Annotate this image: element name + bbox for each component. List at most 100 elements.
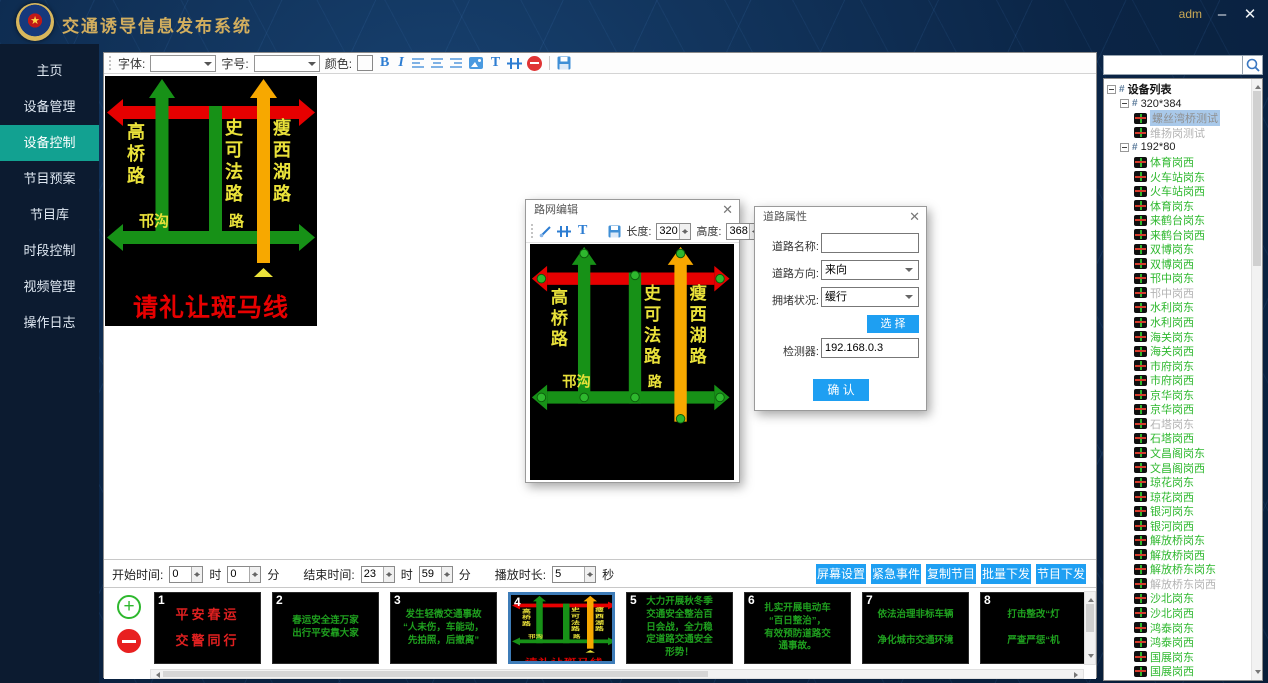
program-thumbnail-8[interactable]: 8打击整改“灯 严查严惩“机 <box>980 592 1084 664</box>
program-thumbnail-4[interactable]: 4高桥路史可法路瘦西湖路邗沟路请礼让斑马线 <box>508 592 615 664</box>
select-detector-button[interactable]: 选 择 <box>867 315 919 333</box>
duration-spinner-arrows[interactable] <box>584 567 595 582</box>
device-item[interactable]: 琼花岗东 <box>1104 475 1251 490</box>
spin-down-icon[interactable] <box>192 574 202 582</box>
scroll-right-icon[interactable] <box>1074 672 1081 678</box>
align-center-icon[interactable] <box>430 57 444 69</box>
device-item[interactable]: 邗中岗东 <box>1104 271 1251 286</box>
action-button-4[interactable]: 节目下发 <box>1036 564 1086 584</box>
device-item[interactable]: 鸿泰岗东 <box>1104 620 1251 635</box>
device-item[interactable]: 螺丝湾桥测试 <box>1104 111 1251 126</box>
tree-root-row[interactable]: #设备列表 <box>1104 82 1251 97</box>
bold-button[interactable]: B <box>378 54 391 72</box>
close-window-button[interactable]: ✕ <box>1240 4 1260 26</box>
program-thumbnail-5[interactable]: 5大力开展秋冬季交通安全整治百日会战，全力稳定道路交通安全形势！ <box>626 592 733 664</box>
collapse-icon[interactable] <box>1120 99 1129 108</box>
search-button[interactable] <box>1243 55 1263 75</box>
device-item[interactable]: 解放桥东岗东 <box>1104 562 1251 577</box>
spin-down-icon[interactable] <box>442 574 452 582</box>
led-preview-canvas[interactable]: 高桥路史可法路瘦西湖路邗沟路请礼让斑马线 <box>105 76 317 326</box>
color-swatch[interactable] <box>357 55 373 71</box>
action-button-0[interactable]: 屏幕设置 <box>816 564 866 584</box>
device-item[interactable]: 京华岗西 <box>1104 402 1251 417</box>
road-tool-icon[interactable] <box>557 225 571 238</box>
tree-scrollbar[interactable] <box>1251 79 1262 680</box>
collapse-icon[interactable] <box>1120 143 1129 152</box>
dialog-titlebar[interactable]: 路网编辑 ✕ <box>526 200 739 220</box>
sidebar-item-6[interactable]: 视频管理 <box>0 269 99 305</box>
end-hour-spinner[interactable]: 23 <box>361 566 395 583</box>
scroll-up-icon[interactable] <box>1255 82 1261 89</box>
confirm-button[interactable]: 确 认 <box>813 379 869 401</box>
device-item[interactable]: 鸿泰岗西 <box>1104 635 1251 650</box>
start-minute-spinner[interactable]: 0 <box>227 566 261 583</box>
text-tool-icon[interactable]: T <box>489 54 502 72</box>
action-button-3[interactable]: 批量下发 <box>981 564 1031 584</box>
device-item[interactable]: 国展岗东 <box>1104 649 1251 664</box>
length-spinner-arrows[interactable] <box>679 224 690 239</box>
device-item[interactable]: 体育岗西 <box>1104 155 1251 170</box>
road-direction-select[interactable]: 来向 <box>821 260 919 280</box>
start-hour-spinner[interactable]: 0 <box>169 566 203 583</box>
device-item[interactable]: 银河岗西 <box>1104 518 1251 533</box>
close-dialog-icon[interactable]: ✕ <box>722 200 733 220</box>
device-item[interactable]: 市府岗东 <box>1104 358 1251 373</box>
device-item[interactable]: 文昌阁岗东 <box>1104 446 1251 461</box>
sidebar-item-1[interactable]: 设备管理 <box>0 89 99 125</box>
strip-horizontal-scrollbar[interactable] <box>150 669 1084 679</box>
sidebar-item-2[interactable]: 设备控制 <box>0 125 99 161</box>
action-button-2[interactable]: 复制节目 <box>926 564 976 584</box>
draw-line-icon[interactable] <box>539 225 552 238</box>
spin-down-icon[interactable] <box>384 574 394 582</box>
length-spinner[interactable]: 320 <box>656 223 691 240</box>
text-tool-icon[interactable]: T <box>576 222 589 240</box>
sidebar-item-5[interactable]: 时段控制 <box>0 233 99 269</box>
scroll-up-icon[interactable] <box>1088 595 1094 602</box>
scrollbar-thumb[interactable] <box>1253 91 1261 266</box>
device-search-input[interactable] <box>1103 55 1243 75</box>
device-item[interactable]: 海关岗西 <box>1104 344 1251 359</box>
device-item[interactable]: 来鹤台岗西 <box>1104 227 1251 242</box>
scrollbar-thumb[interactable] <box>163 671 708 677</box>
device-item[interactable]: 石塔岗西 <box>1104 431 1251 446</box>
duration-spinner[interactable]: 5 <box>552 566 596 583</box>
close-dialog-icon[interactable]: ✕ <box>909 207 920 227</box>
align-left-icon[interactable] <box>411 57 425 69</box>
save-icon[interactable] <box>608 225 621 238</box>
device-item[interactable]: 京华岗东 <box>1104 387 1251 402</box>
align-right-icon[interactable] <box>449 57 463 69</box>
font-size-select[interactable] <box>254 55 320 72</box>
insert-image-icon[interactable] <box>468 56 484 70</box>
font-select[interactable] <box>150 55 216 72</box>
road-name-input[interactable] <box>821 233 919 253</box>
scroll-down-icon[interactable] <box>1088 654 1094 661</box>
device-item[interactable]: 火车站岗西 <box>1104 184 1251 199</box>
device-item[interactable]: 解放桥岗西 <box>1104 548 1251 563</box>
end-hour-spinner-arrows[interactable] <box>383 567 394 582</box>
spin-down-icon[interactable] <box>680 231 690 239</box>
program-thumbnail-1[interactable]: 1平安春运交警同行 <box>154 592 261 664</box>
collapse-icon[interactable] <box>1107 85 1116 94</box>
device-item[interactable]: 文昌阁岗西 <box>1104 460 1251 475</box>
device-item[interactable]: 海关岗东 <box>1104 329 1251 344</box>
program-thumbnail-2[interactable]: 2春运安全连万家出行平安靠大家 <box>272 592 379 664</box>
device-item[interactable]: 水利岗西 <box>1104 315 1251 330</box>
remove-program-button[interactable] <box>117 629 141 653</box>
start-minute-spinner-arrows[interactable] <box>249 567 260 582</box>
end-minute-spinner[interactable]: 59 <box>419 566 453 583</box>
device-item[interactable]: 体育岗东 <box>1104 198 1251 213</box>
device-item[interactable]: 解放桥东岗西 <box>1104 577 1251 592</box>
tree-group-1[interactable]: #192*80 <box>1104 140 1251 155</box>
tree-group-0[interactable]: #320*384 <box>1104 97 1251 112</box>
italic-button[interactable]: I <box>396 54 405 72</box>
device-item[interactable]: 解放桥岗东 <box>1104 533 1251 548</box>
action-button-1[interactable]: 紧急事件 <box>871 564 921 584</box>
scroll-down-icon[interactable] <box>1255 670 1261 677</box>
device-item[interactable]: 火车站岗东 <box>1104 169 1251 184</box>
sidebar-item-4[interactable]: 节目库 <box>0 197 99 233</box>
scroll-left-icon[interactable] <box>153 672 160 678</box>
congestion-select[interactable]: 缓行 <box>821 287 919 307</box>
device-item[interactable]: 银河岗东 <box>1104 504 1251 519</box>
minimize-button[interactable]: – <box>1212 4 1232 26</box>
sidebar-item-7[interactable]: 操作日志 <box>0 305 99 341</box>
